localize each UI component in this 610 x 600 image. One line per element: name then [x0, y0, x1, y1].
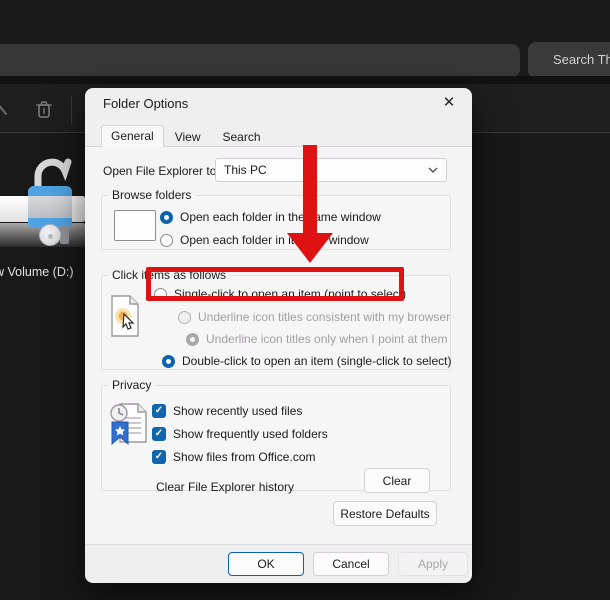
screen: Search Thi w Volume (D:) Folder Options … [0, 0, 610, 600]
privacy-history-icon [108, 400, 150, 448]
group-privacy: Privacy Show recently used files Show fr… [101, 378, 451, 491]
tab-search[interactable]: Search [212, 127, 272, 147]
chevron-down-icon [428, 167, 438, 173]
dialog-title: Folder Options [103, 96, 188, 111]
trash-icon[interactable] [32, 98, 56, 122]
explorer-titlebar [0, 0, 610, 38]
search-box[interactable]: Search Thi [528, 42, 610, 78]
combobox-value: This PC [224, 163, 428, 177]
radio-label: Underline icon titles only when I point … [206, 332, 447, 346]
checkbox-frequent-folders[interactable]: Show frequently used folders [152, 427, 328, 441]
lock-stand [60, 226, 69, 244]
open-to-label: Open File Explorer to: [103, 164, 220, 178]
open-to-combobox[interactable]: This PC [215, 158, 447, 182]
footer-divider [85, 544, 472, 545]
tab-strip: General View Search [101, 126, 272, 147]
radio-label: Double-click to open an item (single-cli… [182, 354, 451, 368]
lock-dial-icon [39, 224, 61, 246]
radio-same-window[interactable]: Open each folder in the same window [160, 210, 381, 224]
radio-dot [178, 311, 191, 324]
radio-underline-point: Underline icon titles only when I point … [186, 332, 447, 346]
radio-underline-browser: Underline icon titles consistent with my… [178, 310, 450, 324]
folder-options-dialog: Folder Options ✕ General View Search Ope… [85, 88, 472, 583]
close-icon: ✕ [443, 94, 456, 111]
radio-dot [160, 234, 173, 247]
radio-dot [160, 211, 173, 224]
checkbox-office-files[interactable]: Show files from Office.com [152, 450, 316, 464]
privacy-legend: Privacy [108, 378, 155, 392]
tab-general[interactable]: General [101, 125, 164, 147]
radio-label: Open each folder in the same window [180, 210, 381, 224]
mouse-pointer-document-icon [110, 294, 142, 340]
annotation-arrow-shaft [303, 145, 317, 235]
close-button[interactable]: ✕ [436, 92, 462, 114]
ok-button[interactable]: OK [228, 552, 304, 576]
radio-dot [186, 333, 199, 346]
annotation-highlight-rect [146, 267, 404, 301]
annotation-arrow-head [287, 233, 333, 263]
search-box-label: Search Thi [553, 52, 610, 67]
toolbar-divider-vertical [71, 96, 72, 124]
unlocked-drive-lock-icon[interactable] [28, 186, 72, 228]
radio-label: Open each folder in its own window [180, 233, 369, 247]
checkbox-label: Show frequently used folders [173, 427, 328, 441]
browse-folders-legend: Browse folders [108, 188, 195, 202]
radio-label: Underline icon titles consistent with my… [198, 310, 450, 324]
clear-button[interactable]: Clear [364, 468, 430, 493]
header-divider-strip [0, 76, 610, 84]
address-bar[interactable] [0, 44, 520, 77]
lock-band-top [28, 186, 72, 196]
checkbox-label: Show recently used files [173, 404, 302, 418]
tab-view[interactable]: View [164, 127, 212, 147]
drive-label[interactable]: w Volume (D:) [0, 265, 74, 279]
checkbox-box [152, 404, 166, 418]
partial-toolbar-icon [0, 100, 8, 120]
checkbox-label: Show files from Office.com [173, 450, 316, 464]
restore-defaults-button[interactable]: Restore Defaults [333, 501, 437, 526]
folder-window-icon [114, 210, 156, 241]
group-browse-folders: Browse folders Open each folder in the s… [101, 188, 451, 250]
checkbox-box [152, 427, 166, 441]
radio-double-click[interactable]: Double-click to open an item (single-cli… [162, 354, 451, 368]
radio-dot [162, 355, 175, 368]
cancel-button[interactable]: Cancel [313, 552, 389, 576]
apply-button: Apply [398, 552, 468, 576]
checkbox-box [152, 450, 166, 464]
clear-history-label: Clear File Explorer history [156, 480, 294, 494]
checkbox-recent-files[interactable]: Show recently used files [152, 404, 302, 418]
radio-own-window[interactable]: Open each folder in its own window [160, 233, 369, 247]
